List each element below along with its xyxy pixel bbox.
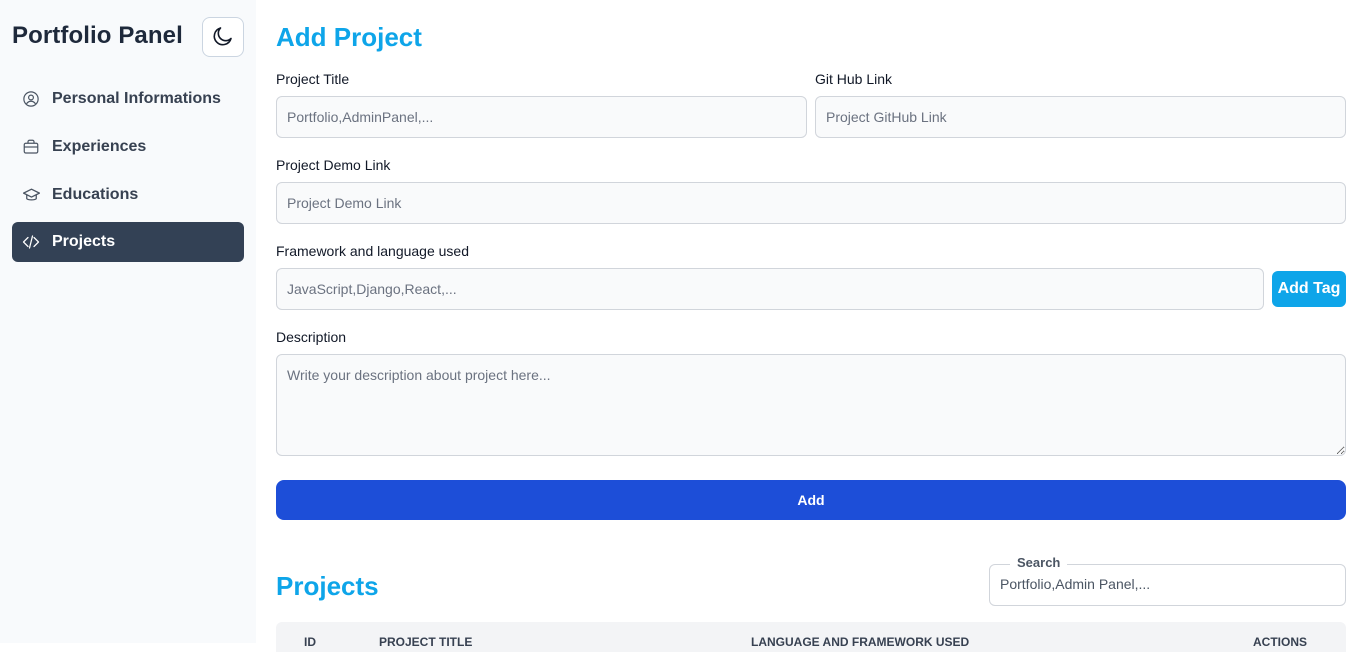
sidebar-item-educations[interactable]: Educations <box>12 175 244 215</box>
graduation-cap-icon <box>21 185 41 205</box>
theme-toggle-button[interactable] <box>202 17 244 57</box>
search-input[interactable] <box>1000 576 1330 592</box>
sidebar-item-experiences[interactable]: Experiences <box>12 127 244 167</box>
page-title: Add Project <box>276 22 422 52</box>
column-header-actions: ACTIONS <box>1253 635 1307 649</box>
github-link-input[interactable] <box>815 96 1346 138</box>
description-label: Description <box>276 329 347 345</box>
search-legend: Search <box>1010 555 1068 570</box>
sidebar-item-label: Educations <box>52 186 139 203</box>
frameworks-label: Framework and language used <box>276 243 470 259</box>
column-header-project-title: PROJECT TITLE <box>379 635 473 649</box>
demo-link-input[interactable] <box>276 182 1346 224</box>
demo-link-label: Project Demo Link <box>276 157 391 173</box>
column-header-language-framework: LANGUAGE AND FRAMEWORK USED <box>751 635 970 649</box>
column-header-id: ID <box>304 635 316 649</box>
description-textarea[interactable] <box>276 354 1346 456</box>
sidebar-item-projects[interactable]: Projects <box>12 222 244 262</box>
user-circle-icon <box>21 89 41 109</box>
code-icon <box>21 232 41 252</box>
app-title: Portfolio Panel <box>12 22 183 49</box>
add-project-button[interactable]: Add <box>276 480 1346 520</box>
project-title-input[interactable] <box>276 96 807 138</box>
sidebar: Portfolio Panel Personal Informations Ex… <box>0 0 256 643</box>
project-title-label: Project Title <box>276 71 350 87</box>
sidebar-item-label: Personal Informations <box>52 90 221 107</box>
sidebar-item-personal-informations[interactable]: Personal Informations <box>12 79 244 119</box>
sidebar-item-label: Projects <box>52 233 116 250</box>
github-link-label: Git Hub Link <box>815 71 893 87</box>
add-tag-button[interactable]: Add Tag <box>1272 271 1346 307</box>
briefcase-icon <box>21 137 41 157</box>
frameworks-input[interactable] <box>276 268 1264 310</box>
projects-section-title: Projects <box>276 571 379 601</box>
moon-icon <box>211 24 235 51</box>
sidebar-item-label: Experiences <box>52 138 147 155</box>
